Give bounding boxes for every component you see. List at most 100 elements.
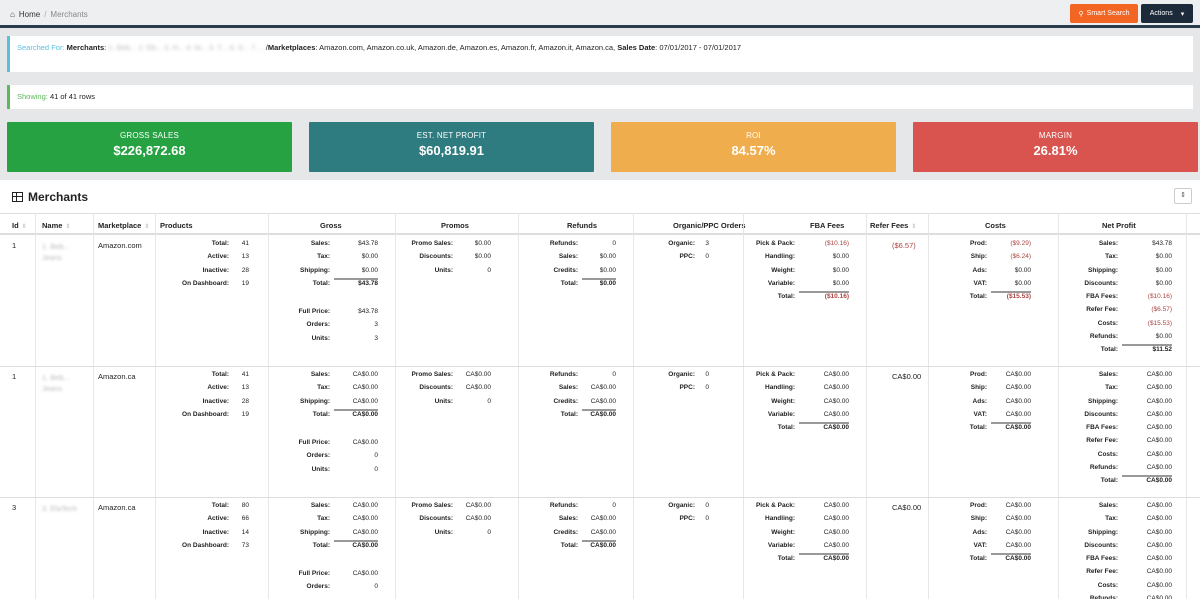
kv-value: ($15.53) bbox=[1147, 319, 1172, 327]
kv-label: Discounts: bbox=[1084, 410, 1118, 418]
gross-details: Full Price: $43.78 Orders: 3 Units: 3 bbox=[268, 308, 378, 348]
column-header-fba-fees[interactable]: FBA Fees bbox=[810, 221, 844, 230]
kv-label: Total: bbox=[1100, 346, 1118, 354]
kv-value: 0 bbox=[705, 384, 709, 392]
kv-label: Sales: bbox=[558, 253, 578, 261]
kv-row: Refunds: 0 bbox=[518, 371, 616, 384]
kv-label: Sales: bbox=[1098, 502, 1118, 509]
kv-value: $0.00 bbox=[832, 266, 849, 274]
column-header-label: Refer Fees bbox=[870, 221, 909, 230]
kv-label: Credits: bbox=[553, 266, 578, 274]
kv-row: Credits: CA$0.00 bbox=[518, 398, 616, 411]
margin-card: MARGIN 26.81% bbox=[913, 122, 1198, 172]
sort-toggle-button[interactable]: ⇕ bbox=[1174, 188, 1192, 204]
row-divider bbox=[0, 366, 1200, 367]
column-header-refer-fees[interactable]: Refer Fees ⇕ bbox=[870, 221, 916, 230]
kv-row: Total: ($10.16) bbox=[743, 293, 849, 306]
kv-label: Orders: bbox=[306, 583, 330, 591]
column-header-net-profit[interactable]: Net Profit bbox=[1102, 221, 1136, 230]
kv-label: Total: bbox=[211, 371, 229, 378]
kv-row: Pick & Pack: CA$0.00 bbox=[743, 371, 849, 384]
kv-value: CA$0.00 bbox=[1146, 502, 1172, 509]
card-title: ROI bbox=[746, 131, 761, 140]
kv-label: Prod: bbox=[970, 371, 987, 378]
column-header-products[interactable]: Products bbox=[160, 221, 193, 230]
kv-label: Shipping: bbox=[1088, 528, 1118, 536]
kv-label: Total: bbox=[1100, 477, 1118, 485]
kv-label: Refer Fee: bbox=[1086, 306, 1118, 314]
kv-label: Active: bbox=[207, 384, 229, 392]
kv-value: ($9.29) bbox=[1010, 240, 1031, 247]
smart-search-button[interactable]: ⚲ Smart Search bbox=[1070, 4, 1138, 23]
costs-summary: Prod: CA$0.00 Ship: CA$0.00 Ads: CA$0.00 VAT: C… bbox=[928, 371, 1031, 437]
column-header-costs[interactable]: Costs bbox=[985, 221, 1006, 230]
kv-label: Refunds: bbox=[1089, 464, 1118, 472]
kv-row: Total: $0.00 bbox=[518, 280, 616, 293]
merchant-name[interactable]: 1. Beb... Jeans bbox=[42, 241, 88, 263]
kv-label: Sales: bbox=[558, 384, 578, 392]
kv-row: Pick & Pack: ($10.16) bbox=[743, 240, 849, 253]
kv-label: Shipping: bbox=[300, 266, 330, 274]
column-header-refunds[interactable]: Refunds bbox=[567, 221, 597, 230]
kv-label: VAT: bbox=[973, 410, 987, 418]
column-header-organic-ppc-orders[interactable]: Organic/PPC Orders bbox=[673, 221, 746, 230]
kv-value: CA$0.00 bbox=[352, 570, 378, 577]
kv-row: Active: 66 bbox=[155, 515, 249, 528]
kv-value: 3 bbox=[374, 334, 378, 342]
kv-value: CA$0.00 bbox=[991, 542, 1031, 556]
kv-value: 3 bbox=[705, 240, 709, 247]
kv-row: Orders: 0 bbox=[268, 583, 378, 596]
kv-row: Tax: CA$0.00 bbox=[1058, 384, 1172, 397]
kv-value: 19 bbox=[241, 410, 249, 418]
kv-row: Sales: $0.00 bbox=[518, 253, 616, 266]
sort-icon: ⇕ bbox=[65, 224, 71, 230]
kv-label: Full Price: bbox=[298, 308, 330, 315]
card-title: MARGIN bbox=[1038, 131, 1073, 140]
kv-label: Ship: bbox=[970, 253, 987, 261]
column-header-marketplace[interactable]: Marketplace ⇕ bbox=[98, 221, 149, 230]
kv-label: Total: bbox=[777, 555, 795, 563]
kv-label: Ads: bbox=[972, 397, 987, 405]
showing-value: 41 of 41 rows bbox=[49, 92, 95, 101]
column-header-promos[interactable]: Promos bbox=[441, 221, 469, 230]
kv-label: Promo Sales: bbox=[411, 240, 453, 247]
column-header-label: Net Profit bbox=[1102, 221, 1136, 230]
refunds-summary: Refunds: 0 Sales: CA$0.00 Credits: CA$0.00 Tot… bbox=[518, 371, 616, 424]
column-header-id[interactable]: Id ⇕ bbox=[12, 221, 27, 230]
kv-label: Total: bbox=[312, 279, 330, 287]
kv-value: CA$0.00 bbox=[1146, 397, 1172, 405]
kv-label: Total: bbox=[312, 541, 330, 549]
kv-row: Organic: 3 bbox=[633, 240, 709, 253]
kv-value: CA$0.00 bbox=[1146, 437, 1172, 445]
actions-button[interactable]: Actions ▾ bbox=[1141, 4, 1193, 23]
kv-row: Total: $11.52 bbox=[1058, 346, 1172, 359]
kv-row: Ship: ($6.24) bbox=[928, 253, 1031, 266]
kv-row: Variable: $0.00 bbox=[743, 280, 849, 294]
kv-row: Units: 0 bbox=[395, 398, 491, 411]
home-icon: ⌂ bbox=[10, 10, 15, 19]
column-header-gross[interactable]: Gross bbox=[320, 221, 342, 230]
kv-row: Sales: CA$0.00 bbox=[1058, 371, 1172, 384]
merchant-name[interactable]: 3. ElaTech bbox=[42, 503, 88, 514]
kv-value: 41 bbox=[241, 240, 249, 247]
kv-label: Active: bbox=[207, 253, 229, 261]
refunds-summary: Refunds: 0 Sales: CA$0.00 Credits: CA$0.00 Tot… bbox=[518, 502, 616, 555]
kv-row: VAT: CA$0.00 bbox=[928, 542, 1031, 556]
kv-value: 0 bbox=[705, 515, 709, 523]
breadcrumb-home[interactable]: Home bbox=[19, 10, 40, 19]
kv-row: Credits: $0.00 bbox=[518, 267, 616, 280]
kv-row: Shipping: $0.00 bbox=[268, 267, 378, 280]
merchant-name[interactable]: 1. Beb... Jeans bbox=[42, 372, 88, 394]
column-header-name[interactable]: Name ⇕ bbox=[42, 221, 70, 230]
kv-row: Discounts: $0.00 bbox=[395, 253, 491, 266]
kv-value: CA$0.00 bbox=[334, 529, 378, 542]
kv-row: Variable: CA$0.00 bbox=[743, 542, 849, 556]
kv-label: Sales: bbox=[310, 502, 330, 509]
kv-value: 0 bbox=[374, 452, 378, 460]
merchant-id: 1 bbox=[12, 241, 17, 250]
table-header: Id ⇕ Name ⇕ Marketplace ⇕ Products Gross Promos R… bbox=[0, 213, 1200, 235]
column-divider bbox=[1186, 213, 1187, 599]
kv-label: Inactive: bbox=[202, 528, 229, 536]
gross-summary: Sales: $43.78 Tax: $0.00 Shipping: $0.00 Total… bbox=[268, 240, 378, 293]
showing-label: Showing: bbox=[17, 92, 48, 101]
